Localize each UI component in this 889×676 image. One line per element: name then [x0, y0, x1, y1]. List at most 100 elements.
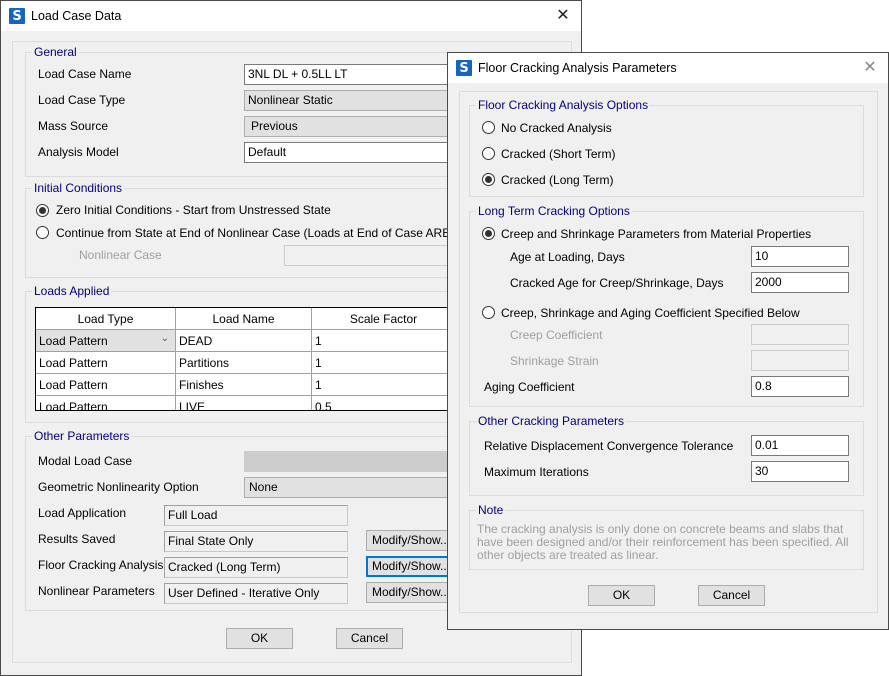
nonlinear-case-select[interactable]	[284, 245, 464, 266]
general-group-title: General	[32, 45, 79, 59]
floor-cracking-dialog: S Floor Cracking Analysis Parameters ✕ F…	[447, 52, 889, 630]
age-at-loading-label: Age at Loading, Days	[510, 250, 625, 264]
close-icon[interactable]: ✕	[555, 7, 571, 23]
cracked-short-term-label[interactable]: Cracked (Short Term)	[501, 147, 615, 161]
table-row[interactable]: Load Pattern ⌄ DEAD 1	[36, 329, 456, 352]
analysis-model-select[interactable]: Default	[244, 142, 464, 163]
dialog-title: Load Case Data	[31, 9, 122, 23]
app-logo-s-icon: S	[9, 8, 25, 24]
geometric-nonlinearity-select[interactable]: None	[244, 477, 464, 498]
cracking-options-title: Floor Cracking Analysis Options	[476, 98, 651, 112]
floor-cracking-label: Floor Cracking Analysis	[38, 558, 164, 572]
analysis-model-label: Analysis Model	[38, 145, 119, 159]
title-bar: S Load Case Data ✕	[1, 1, 581, 31]
cancel-button[interactable]: Cancel	[336, 628, 403, 649]
dialog-title: Floor Cracking Analysis Parameters	[478, 61, 677, 75]
other-parameters-title: Other Parameters	[32, 429, 132, 443]
other-cracking-parameters-title: Other Cracking Parameters	[476, 414, 627, 428]
max-iterations-input[interactable]: 30	[751, 461, 849, 482]
load-type-cell[interactable]: Load Pattern	[36, 373, 176, 396]
load-name-cell[interactable]: Partitions	[175, 351, 312, 374]
cracked-long-term-label[interactable]: Cracked (Long Term)	[501, 173, 614, 187]
app-logo-s-icon: S	[456, 60, 472, 76]
cracked-short-term-radio[interactable]	[482, 147, 495, 160]
close-icon[interactable]: ✕	[862, 59, 878, 75]
note-text: The cracking analysis is only done on co…	[477, 522, 849, 562]
material-properties-radio[interactable]	[482, 227, 495, 240]
load-application-label: Load Application	[38, 506, 127, 520]
table-row[interactable]: Load Pattern Finishes 1	[36, 373, 456, 396]
creep-coefficient-input[interactable]	[751, 324, 849, 345]
table-row[interactable]: Load Pattern Partitions 1	[36, 351, 456, 374]
scale-factor-cell[interactable]: 0.5	[311, 395, 456, 410]
results-saved-modify-button[interactable]: Modify/Show...	[366, 530, 456, 551]
convergence-tolerance-input[interactable]: 0.01	[751, 435, 849, 456]
loads-table-header: Load Type Load Name Scale Factor	[36, 308, 456, 330]
load-name-cell[interactable]: LIVE	[175, 395, 312, 410]
mass-source-label: Mass Source	[38, 119, 109, 133]
load-type-cell[interactable]: Load Pattern	[36, 395, 176, 410]
cracked-age-label: Cracked Age for Creep/Shrinkage, Days	[510, 276, 724, 290]
convergence-tolerance-label: Relative Displacement Convergence Tolera…	[484, 439, 734, 453]
load-name-cell[interactable]: Finishes	[175, 373, 312, 396]
shrinkage-strain-label: Shrinkage Strain	[510, 354, 599, 368]
zero-initial-conditions-label[interactable]: Zero Initial Conditions - Start from Uns…	[56, 203, 331, 217]
no-cracked-analysis-radio[interactable]	[482, 121, 495, 134]
specified-coefficients-label[interactable]: Creep, Shrinkage and Aging Coefficient S…	[501, 306, 800, 320]
creep-coefficient-label: Creep Coefficient	[510, 328, 603, 342]
load-case-name-label: Load Case Name	[38, 67, 132, 81]
modal-load-case-select[interactable]	[244, 451, 464, 472]
loads-table: Load Type Load Name Scale Factor Load Pa…	[36, 308, 456, 410]
title-bar: S Floor Cracking Analysis Parameters ✕	[448, 53, 888, 83]
max-iterations-label: Maximum Iterations	[484, 465, 589, 479]
load-case-type-label: Load Case Type	[38, 93, 126, 107]
column-header-load-name[interactable]: Load Name	[175, 308, 312, 330]
age-at-loading-input[interactable]: 10	[751, 246, 849, 267]
continue-from-state-radio[interactable]	[36, 226, 49, 239]
results-saved-value: Final State Only	[164, 531, 348, 552]
modal-load-case-label: Modal Load Case	[38, 454, 133, 468]
shrinkage-strain-input[interactable]	[751, 350, 849, 371]
cracked-long-term-radio[interactable]	[482, 173, 495, 186]
load-type-cell[interactable]: Load Pattern	[36, 351, 176, 374]
long-term-options-title: Long Term Cracking Options	[476, 204, 632, 218]
specified-coefficients-radio[interactable]	[482, 306, 495, 319]
material-properties-label[interactable]: Creep and Shrinkage Parameters from Mate…	[501, 227, 811, 241]
floor-cracking-modify-button[interactable]: Modify/Show...	[366, 556, 456, 577]
loads-applied-title: Loads Applied	[32, 284, 112, 298]
load-type-value: Load Pattern	[39, 333, 108, 348]
load-case-name-input[interactable]: 3NL DL + 0.5LL LT	[244, 64, 464, 85]
scale-factor-cell[interactable]: 1	[311, 329, 456, 352]
chevron-down-icon[interactable]: ⌄	[161, 333, 169, 344]
note-title: Note	[476, 503, 506, 517]
load-case-type-select[interactable]: Nonlinear Static	[244, 90, 464, 111]
load-name-cell[interactable]: DEAD	[175, 329, 312, 352]
loads-table-frame: Load Type Load Name Scale Factor Load Pa…	[35, 307, 465, 411]
load-type-cell-select[interactable]: Load Pattern ⌄	[36, 329, 176, 352]
mass-source-select[interactable]: Previous	[244, 116, 464, 137]
scale-factor-cell[interactable]: 1	[311, 373, 456, 396]
continue-from-state-label[interactable]: Continue from State at End of Nonlinear …	[56, 226, 503, 240]
aging-coefficient-input[interactable]: 0.8	[751, 376, 849, 397]
nonlinear-parameters-label: Nonlinear Parameters	[38, 584, 155, 598]
no-cracked-analysis-label[interactable]: No Cracked Analysis	[501, 121, 612, 135]
cracked-age-input[interactable]: 2000	[751, 272, 849, 293]
ok-button[interactable]: OK	[226, 628, 293, 649]
load-application-value: Full Load	[164, 505, 348, 526]
table-row[interactable]: Load Pattern LIVE 0.5	[36, 395, 456, 410]
initial-conditions-title: Initial Conditions	[32, 181, 125, 195]
nonlinear-parameters-value: User Defined - Iterative Only	[164, 583, 348, 604]
other-cracking-parameters-group: Other Cracking Parameters	[469, 414, 864, 496]
aging-coefficient-label: Aging Coefficient	[484, 380, 575, 394]
ok-button[interactable]: OK	[588, 585, 655, 606]
zero-initial-conditions-radio[interactable]	[36, 204, 49, 217]
nonlinear-parameters-modify-button[interactable]: Modify/Show...	[366, 582, 456, 603]
column-header-load-type[interactable]: Load Type	[36, 308, 176, 330]
nonlinear-case-label: Nonlinear Case	[79, 248, 162, 262]
cancel-button[interactable]: Cancel	[698, 585, 765, 606]
scale-factor-cell[interactable]: 1	[311, 351, 456, 374]
floor-cracking-value: Cracked (Long Term)	[164, 557, 348, 578]
column-header-scale-factor[interactable]: Scale Factor	[311, 308, 456, 330]
results-saved-label: Results Saved	[38, 532, 116, 546]
geometric-nonlinearity-label: Geometric Nonlinearity Option	[38, 480, 199, 494]
